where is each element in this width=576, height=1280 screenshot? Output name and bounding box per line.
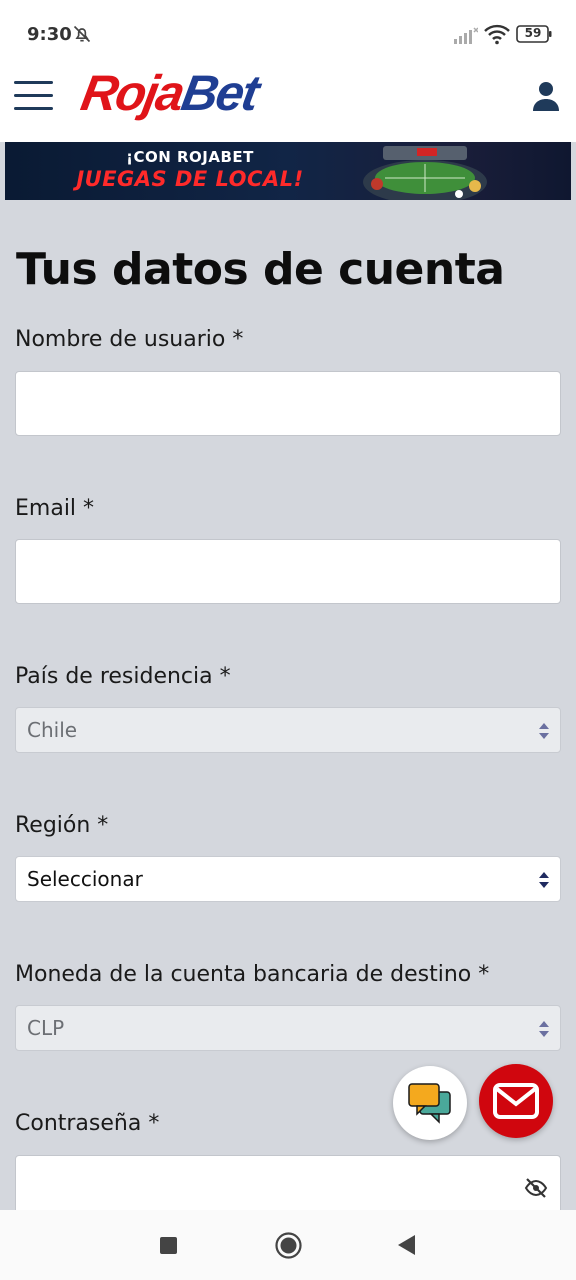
chat-icon [408,1083,451,1124]
country-value: Chile [27,718,78,742]
notifications-off-icon [73,25,91,43]
wifi-icon [484,24,510,45]
password-input[interactable] [15,1155,561,1215]
mail-icon [493,1083,539,1119]
back-icon[interactable] [396,1234,416,1256]
mail-button[interactable] [479,1064,553,1138]
currency-label: Moneda de la cuenta bancaria de destino … [15,962,490,987]
currency-select[interactable]: CLP [15,1005,561,1051]
password-label: Contraseña * [15,1111,160,1136]
region-label: Región * [15,813,109,838]
country-label: País de residencia * [15,664,231,689]
logo[interactable]: RojaBet [77,64,262,122]
user-icon[interactable] [530,80,562,112]
recent-apps-icon[interactable] [160,1237,177,1254]
signal-icon [454,27,478,44]
email-label: Email * [15,496,95,521]
currency-value: CLP [27,1016,65,1040]
username-input[interactable] [15,371,561,436]
page-title: Tus datos de cuenta [16,244,505,295]
logo-part-bet: Bet [177,65,262,121]
select-arrows-icon [539,1021,549,1037]
status-time: 9:30 [27,24,72,45]
eye-off-icon[interactable] [524,1176,548,1200]
select-arrows-icon [539,723,549,739]
battery-level: 59 [524,26,542,40]
promo-banner[interactable]: ¡CON ROJABET JUEGAS DE LOCAL! [5,142,571,200]
app-header: RojaBet [0,62,576,142]
banner-line1: ¡CON ROJABET [126,148,254,166]
username-label: Nombre de usuario * [15,327,244,352]
banner-line2: JUEGAS DE LOCAL! [76,167,304,191]
region-value: Seleccionar [27,867,143,891]
chat-button[interactable] [393,1066,467,1140]
menu-icon[interactable] [14,81,54,111]
email-input[interactable] [15,539,561,604]
logo-part-roja: Roja [77,65,188,121]
stadium-illustration [363,146,487,200]
status-bar: 9:30 59 [0,0,576,62]
country-select[interactable]: Chile [15,707,561,753]
home-icon[interactable] [275,1232,302,1259]
region-select[interactable]: Seleccionar [15,856,561,902]
select-arrows-icon [539,872,549,888]
system-nav-bar [0,1210,576,1280]
